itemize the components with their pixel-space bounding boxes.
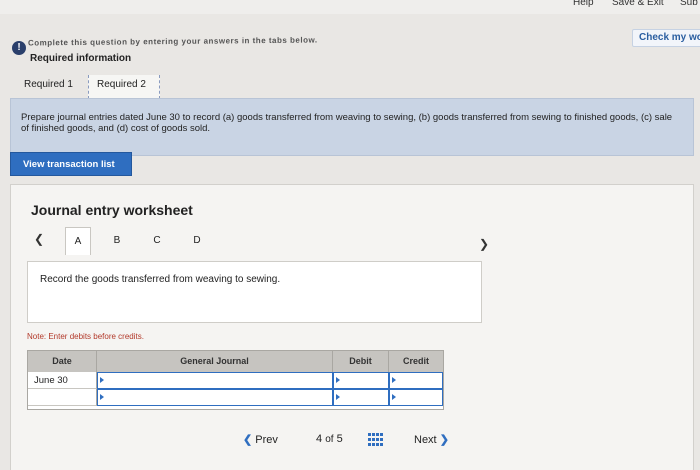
prev-label: Prev <box>255 434 278 446</box>
debit-input[interactable] <box>333 372 389 389</box>
sheet-tab-a[interactable]: A <box>65 227 91 255</box>
page-indicator: 4 of 5 <box>316 433 343 445</box>
record-instruction-text: Record the goods transferred from weavin… <box>40 274 281 285</box>
prompt-panel: Prepare journal entries dated June 30 to… <box>10 98 694 156</box>
save-exit-link[interactable]: Save & Exit <box>612 0 664 8</box>
grid-menu-icon[interactable] <box>368 433 383 447</box>
instruction-text: Complete this question by entering your … <box>28 35 318 48</box>
prompt-text: Prepare journal entries dated June 30 to… <box>21 112 673 134</box>
record-instruction-box: Record the goods transferred from weavin… <box>27 261 482 323</box>
account-input[interactable] <box>97 372 333 389</box>
prev-button[interactable]: ❮ Prev <box>243 433 278 446</box>
column-header-date: Date <box>28 351 97 372</box>
date-cell-empty <box>28 389 97 406</box>
chevron-left-icon[interactable]: ❮ <box>34 232 44 246</box>
required-information-label: Required information <box>30 53 132 64</box>
worksheet-title: Journal entry worksheet <box>31 202 193 218</box>
next-label: Next <box>414 434 437 446</box>
credit-input[interactable] <box>389 389 443 406</box>
journal-table: Date General Journal Debit Credit June 3… <box>27 350 444 410</box>
view-transaction-list-button[interactable]: View transaction list <box>10 152 132 176</box>
page-current: 4 <box>316 433 323 445</box>
page-total: 5 <box>336 433 343 445</box>
page-of: of <box>325 434 334 445</box>
debit-input[interactable] <box>333 389 389 406</box>
chevron-left-icon: ❮ <box>243 434 253 446</box>
note-text: Note: Enter debits before credits. <box>27 332 144 341</box>
next-button[interactable]: Next ❯ <box>414 433 449 446</box>
sheet-tab-d[interactable]: D <box>184 227 210 255</box>
top-bar: Help Save & Exit Sub <box>0 0 700 14</box>
help-link[interactable]: Help <box>573 0 594 8</box>
submit-link[interactable]: Sub <box>680 0 698 8</box>
tab-required-2[interactable]: Required 2 <box>88 75 160 99</box>
journal-worksheet: Journal entry worksheet ❮ A B C D ❯ Reco… <box>10 184 694 470</box>
credit-input[interactable] <box>389 372 443 389</box>
column-header-general-journal: General Journal <box>97 351 333 372</box>
sheet-tab-c[interactable]: C <box>144 227 170 255</box>
required-tabs: Required 1 Required 2 <box>10 72 694 99</box>
sheet-tab-b[interactable]: B <box>104 227 130 255</box>
check-my-work-button[interactable]: Check my wor <box>632 29 700 47</box>
chevron-right-icon: ❯ <box>439 434 449 446</box>
chevron-right-icon[interactable]: ❯ <box>479 237 489 251</box>
column-header-debit: Debit <box>333 351 389 372</box>
column-header-credit: Credit <box>389 351 443 372</box>
date-cell: June 30 <box>28 372 97 389</box>
account-input[interactable] <box>97 389 333 406</box>
alert-icon: ! <box>12 41 26 55</box>
tab-required-1[interactable]: Required 1 <box>16 75 88 99</box>
